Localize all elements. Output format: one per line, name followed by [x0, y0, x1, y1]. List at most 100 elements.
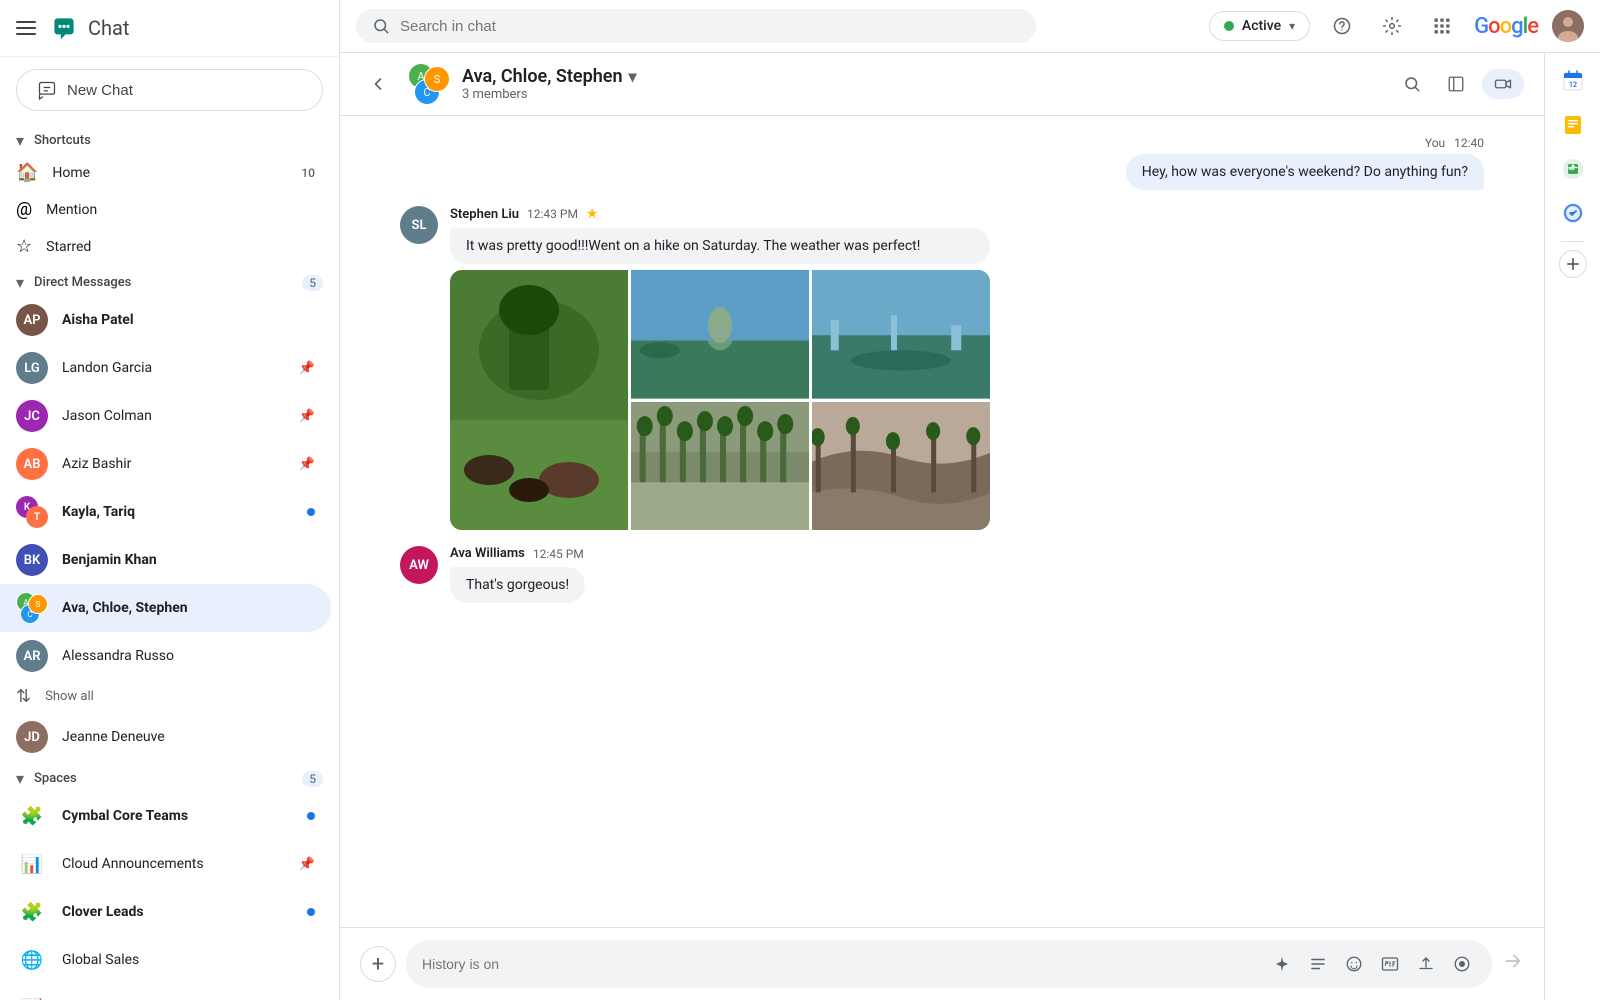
gif-icon — [1381, 955, 1399, 973]
chat-title[interactable]: Ava, Chloe, Stephen ▾ — [462, 66, 1382, 87]
record-button[interactable] — [1448, 950, 1476, 978]
shortcuts-mention[interactable]: @ Mention — [0, 191, 331, 228]
upload-button[interactable] — [1412, 950, 1440, 978]
dm-show-all[interactable]: ⇅ Show all — [0, 680, 339, 713]
space-global-sales[interactable]: 🌐 Global Sales — [0, 936, 331, 984]
jason-label: Jason Colman — [62, 408, 285, 424]
space-clover-leads[interactable]: 🧩 Clover Leads — [0, 888, 331, 936]
photo-3[interactable] — [812, 270, 990, 399]
settings-button[interactable] — [1374, 8, 1410, 44]
kayla-label: Kayla, Tariq — [62, 504, 293, 520]
kayla-tariq-avatar: K T — [16, 496, 48, 528]
user-avatar[interactable] — [1552, 10, 1584, 42]
aisha-avatar: AP — [16, 304, 48, 336]
mention-label: Mention — [46, 202, 315, 218]
apps-icon — [1432, 16, 1452, 36]
send-button[interactable] — [1502, 950, 1524, 978]
chat-search-button[interactable] — [1394, 66, 1430, 102]
shortcuts-home[interactable]: 🏠 Home 10 — [0, 154, 331, 191]
stephen-star-icon[interactable]: ★ — [586, 206, 599, 222]
ai-icon — [1273, 955, 1291, 973]
clover-icon: 🧩 — [16, 896, 48, 928]
ava-time: 12:45 PM — [533, 547, 584, 561]
chat-header-actions — [1394, 66, 1524, 102]
main-area: Active ▾ — [340, 0, 1600, 1000]
photo-grid[interactable] — [450, 270, 990, 530]
jason-pin-icon: 📌 — [299, 409, 315, 424]
search-input[interactable] — [400, 18, 1020, 35]
search-bar[interactable] — [356, 9, 1036, 43]
emoji-button[interactable] — [1340, 950, 1368, 978]
photo-4[interactable] — [631, 402, 809, 531]
spaces-collapse-icon: ▾ — [16, 769, 24, 788]
add-icon — [1566, 257, 1580, 271]
sidebar: Chat New Chat ▾ Shortcuts 🏠 Home 10 @ Me… — [0, 0, 340, 1000]
starred-icon: ☆ — [16, 236, 32, 257]
back-icon — [368, 74, 388, 94]
dm-alessandra-russo[interactable]: AR Alessandra Russo — [0, 632, 331, 680]
ava-avatar: AW — [400, 546, 438, 584]
photo-1[interactable] — [450, 270, 628, 530]
help-icon — [1332, 16, 1352, 36]
spaces-section-header[interactable]: ▾ Spaces 5 — [0, 761, 339, 792]
format-text-button[interactable] — [1304, 950, 1332, 978]
send-icon — [1502, 950, 1524, 972]
outgoing-sender: You — [1425, 136, 1445, 150]
cymbal-icon: 🧩 — [16, 800, 48, 832]
back-button[interactable] — [360, 66, 396, 102]
dm-kayla-tariq[interactable]: K T Kayla, Tariq — [0, 488, 331, 536]
dm-landon-garcia[interactable]: LG Landon Garcia 📌 — [0, 344, 331, 392]
shortcuts-starred[interactable]: ☆ Starred — [0, 228, 331, 265]
dm-section-header[interactable]: ▾ Direct Messages 5 — [0, 265, 339, 296]
dm-jeanne-deneuve[interactable]: JD Jeanne Deneuve — [0, 713, 331, 761]
menu-icon[interactable] — [16, 21, 36, 35]
dm-jason-colman[interactable]: JC Jason Colman 📌 — [0, 392, 331, 440]
status-dot — [1224, 21, 1234, 31]
dm-ava-chloe-stephen[interactable]: A C S Ava, Chloe, Stephen — [0, 584, 331, 632]
space-cymbal-core[interactable]: 🧩 Cymbal Core Teams — [0, 792, 331, 840]
photo-2[interactable] — [631, 270, 809, 399]
dm-show-all-label: Show all — [45, 689, 94, 704]
google-keep-button[interactable] — [1553, 105, 1593, 145]
global-label: Global Sales — [62, 952, 315, 968]
stephen-sender: Stephen Liu — [450, 207, 519, 222]
video-icon — [1494, 75, 1512, 93]
benjamin-label: Benjamin Khan — [62, 552, 315, 568]
jeanne-avatar: JD — [16, 721, 48, 753]
starred-label: Starred — [46, 239, 315, 255]
shortcuts-section-header[interactable]: ▾ Shortcuts — [0, 123, 339, 154]
add-app-button[interactable] — [1559, 250, 1587, 278]
google-calendar-button[interactable]: 12 — [1553, 61, 1593, 101]
sidebar-toggle-icon — [1447, 75, 1465, 93]
cloud-label: Cloud Announcements — [62, 856, 285, 872]
status-label: Active — [1242, 18, 1281, 34]
google-keep-icon — [1561, 113, 1585, 137]
google-tasks-button[interactable] — [1553, 193, 1593, 233]
aziz-avatar: AB — [16, 448, 48, 480]
new-chat-button[interactable]: New Chat — [16, 69, 323, 111]
message-input[interactable] — [422, 956, 1258, 972]
show-all-chevron-icon: ⇅ — [16, 686, 31, 707]
gif-button[interactable] — [1376, 950, 1404, 978]
upload-icon — [1417, 955, 1435, 973]
benjamin-avatar: BK — [16, 544, 48, 576]
dm-aisha-patel[interactable]: AP Aisha Patel — [0, 296, 331, 344]
outgoing-meta: You 12:40 — [1425, 136, 1484, 150]
outgoing-text: Hey, how was everyone's weekend? Do anyt… — [1142, 164, 1468, 180]
ai-button[interactable] — [1268, 950, 1296, 978]
home-label: Home — [52, 165, 287, 181]
chat-sidebar-button[interactable] — [1438, 66, 1474, 102]
status-pill[interactable]: Active ▾ — [1209, 11, 1310, 41]
dm-benjamin-khan[interactable]: BK Benjamin Khan — [0, 536, 331, 584]
apps-button[interactable] — [1424, 8, 1460, 44]
space-marketing-emea[interactable]: 📈 Marketing EMEA — [0, 984, 331, 1000]
add-attachment-button[interactable]: + — [360, 946, 396, 982]
photo-5[interactable] — [812, 402, 990, 531]
google-meet-button[interactable] — [1553, 149, 1593, 189]
dm-aziz-bashir[interactable]: AB Aziz Bashir 📌 — [0, 440, 331, 488]
outgoing-time: 12:40 — [1454, 136, 1484, 150]
help-button[interactable] — [1324, 8, 1360, 44]
space-cloud-announcements[interactable]: 📊 Cloud Announcements 📌 — [0, 840, 331, 888]
video-call-button[interactable] — [1482, 69, 1524, 99]
logo-area: Chat — [48, 12, 129, 44]
